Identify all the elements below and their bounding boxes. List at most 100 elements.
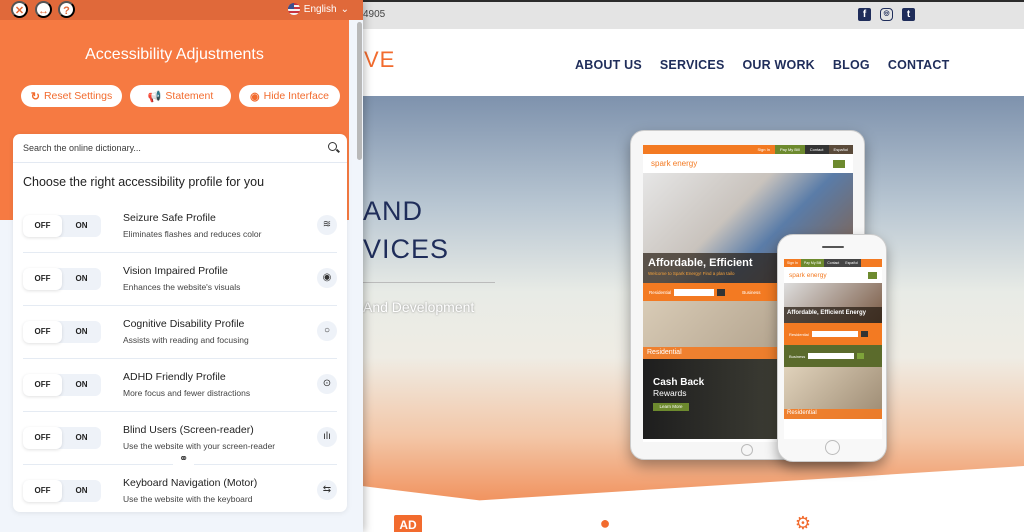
toggle-on[interactable]: ON [62,427,101,449]
link-icon[interactable]: ⚭ [173,452,195,465]
profile-toggle[interactable]: OFF ON [23,427,101,449]
accessibility-panel: ✕ ↔ ? English ⌄ Accessibility Adjustment… [0,0,363,532]
phone-signin: Sign In [787,261,798,265]
nav-blog[interactable]: BLOG [833,58,870,72]
profile-title: Vision Impaired Profile [123,265,228,277]
phone-home-button [825,440,840,455]
person-network-icon: ● [599,513,611,532]
phone-number: 4905 [363,9,386,20]
dictionary-search [13,134,347,163]
hamburger-icon [868,271,877,279]
toggle-off[interactable]: OFF [23,215,62,237]
social-links: f ◎ t [858,8,915,21]
move-panel-button[interactable]: ↔ [35,1,52,18]
focus-icon: ⊙ [317,374,337,394]
profile-keyboard-navigation: OFF ON Keyboard Navigation (Motor) Use t… [23,465,337,518]
toggle-off[interactable]: OFF [23,268,62,290]
profile-toggle[interactable]: OFF ON [23,374,101,396]
twitter-icon[interactable]: t [902,8,915,21]
arrows-swap-icon: ⇆ [317,480,337,500]
toggle-on[interactable]: ON [62,374,101,396]
tablet-business: Business [742,289,761,295]
eye-icon: ◉ [317,268,337,288]
us-flag-icon [287,3,300,15]
language-label: English [303,3,337,15]
team-gear-icon: ⚙ [794,513,812,532]
scrollbar-thumb[interactable] [357,22,362,160]
toggle-off[interactable]: OFF [23,321,62,343]
phone-paybill: Pay My Bill [800,259,825,267]
phone-screen: Sign In Pay My Bill Contact Español spar… [784,259,882,439]
nav-services[interactable]: SERVICES [660,58,725,72]
toggle-on[interactable]: ON [62,215,101,237]
tablet-zip-label: Residential [649,289,672,295]
profile-description: Use the website with your screen-reader [123,441,276,451]
facebook-icon[interactable]: f [858,8,871,21]
phone-hero-photo: Affordable, Efficient Energy [784,283,882,323]
phone-zip-label: Residential [789,331,809,337]
hero-divider [363,282,495,283]
site-logo[interactable]: VE [364,47,395,73]
tablet-zip-input [674,288,715,296]
toggle-off[interactable]: OFF [23,427,62,449]
phone-residential-tile: Residential [784,367,882,419]
toggle-off[interactable]: OFF [23,374,62,396]
toggle-on[interactable]: ON [62,480,101,502]
close-panel-button[interactable]: ✕ [11,1,28,18]
audio-wave-icon: ılı [317,427,337,447]
refresh-icon: ↻ [30,90,40,103]
nav-contact[interactable]: CONTACT [888,58,950,72]
nav-about-us[interactable]: ABOUT US [575,58,642,72]
phone-zip-business: Business [784,345,882,367]
nav-our-work[interactable]: OUR WORK [742,58,814,72]
toggle-off[interactable]: OFF [23,480,62,502]
help-button[interactable]: ? [58,1,75,18]
phone-contact: Contact [824,259,843,267]
reset-settings-button[interactable]: ↻ Reset Settings [21,85,122,107]
tablet-headline: Affordable, Efficient [648,257,753,269]
tablet-go [717,288,726,296]
phone-speaker [822,246,844,248]
profiles-card: Choose the right accessibility profile f… [13,134,347,512]
hide-interface-button[interactable]: ◉ Hide Interface [239,85,340,107]
toggle-on[interactable]: ON [62,321,101,343]
profile-toggle[interactable]: OFF ON [23,215,101,237]
profile-title: Keyboard Navigation (Motor) [123,477,258,489]
phone-zip-residential: Residential [784,323,882,345]
eye-icon: ◉ [250,90,260,103]
profile-description: Eliminates flashes and reduces color [123,229,262,239]
phone-mockup: Sign In Pay My Bill Contact Español spar… [777,234,887,462]
phone-business-label: Business [789,353,806,359]
profile-toggle[interactable]: OFF ON [23,480,101,502]
phone-zip-input [811,331,858,337]
phone-business-go [857,353,865,359]
profile-vision-impaired: OFF ON Vision Impaired Profile Enhances … [23,253,337,306]
hero-heading-line1: AND [363,196,424,226]
instagram-icon[interactable]: ◎ [880,8,893,21]
tablet-espanol: Español [828,145,853,154]
statement-button[interactable]: 📢 Statement [130,85,231,107]
toggle-on[interactable]: ON [62,268,101,290]
search-icon[interactable] [328,142,337,151]
dictionary-search-input[interactable] [13,134,293,162]
tablet-brand: spark energy [651,159,698,168]
phone-espanol: Español [842,259,861,267]
waves-icon: ≋ [317,215,337,235]
hamburger-icon [833,159,845,168]
panel-scrollbar[interactable] [356,20,363,532]
tablet-home-button [741,444,753,456]
chevron-down-icon: ⌄ [340,3,349,15]
phone-logo-row: spark energy [784,267,882,283]
profile-toggle[interactable]: OFF ON [23,321,101,343]
profile-title: Seizure Safe Profile [123,212,216,224]
tablet-signin: Sign In [757,147,770,152]
profile-toggle[interactable]: OFF ON [23,268,101,290]
profile-title: ADHD Friendly Profile [123,371,226,383]
language-selector[interactable]: English ⌄ [287,3,349,15]
profile-cognitive-disability: OFF ON Cognitive Disability Profile Assi… [23,306,337,359]
profile-description: Enhances the website's visuals [123,282,241,292]
profile-description: Assists with reading and focusing [123,335,249,345]
tablet-learn-more: Learn More [653,403,689,411]
phone-go [860,331,868,337]
tablet-topbar: Sign In Pay My Bill Contact Español [643,145,853,154]
